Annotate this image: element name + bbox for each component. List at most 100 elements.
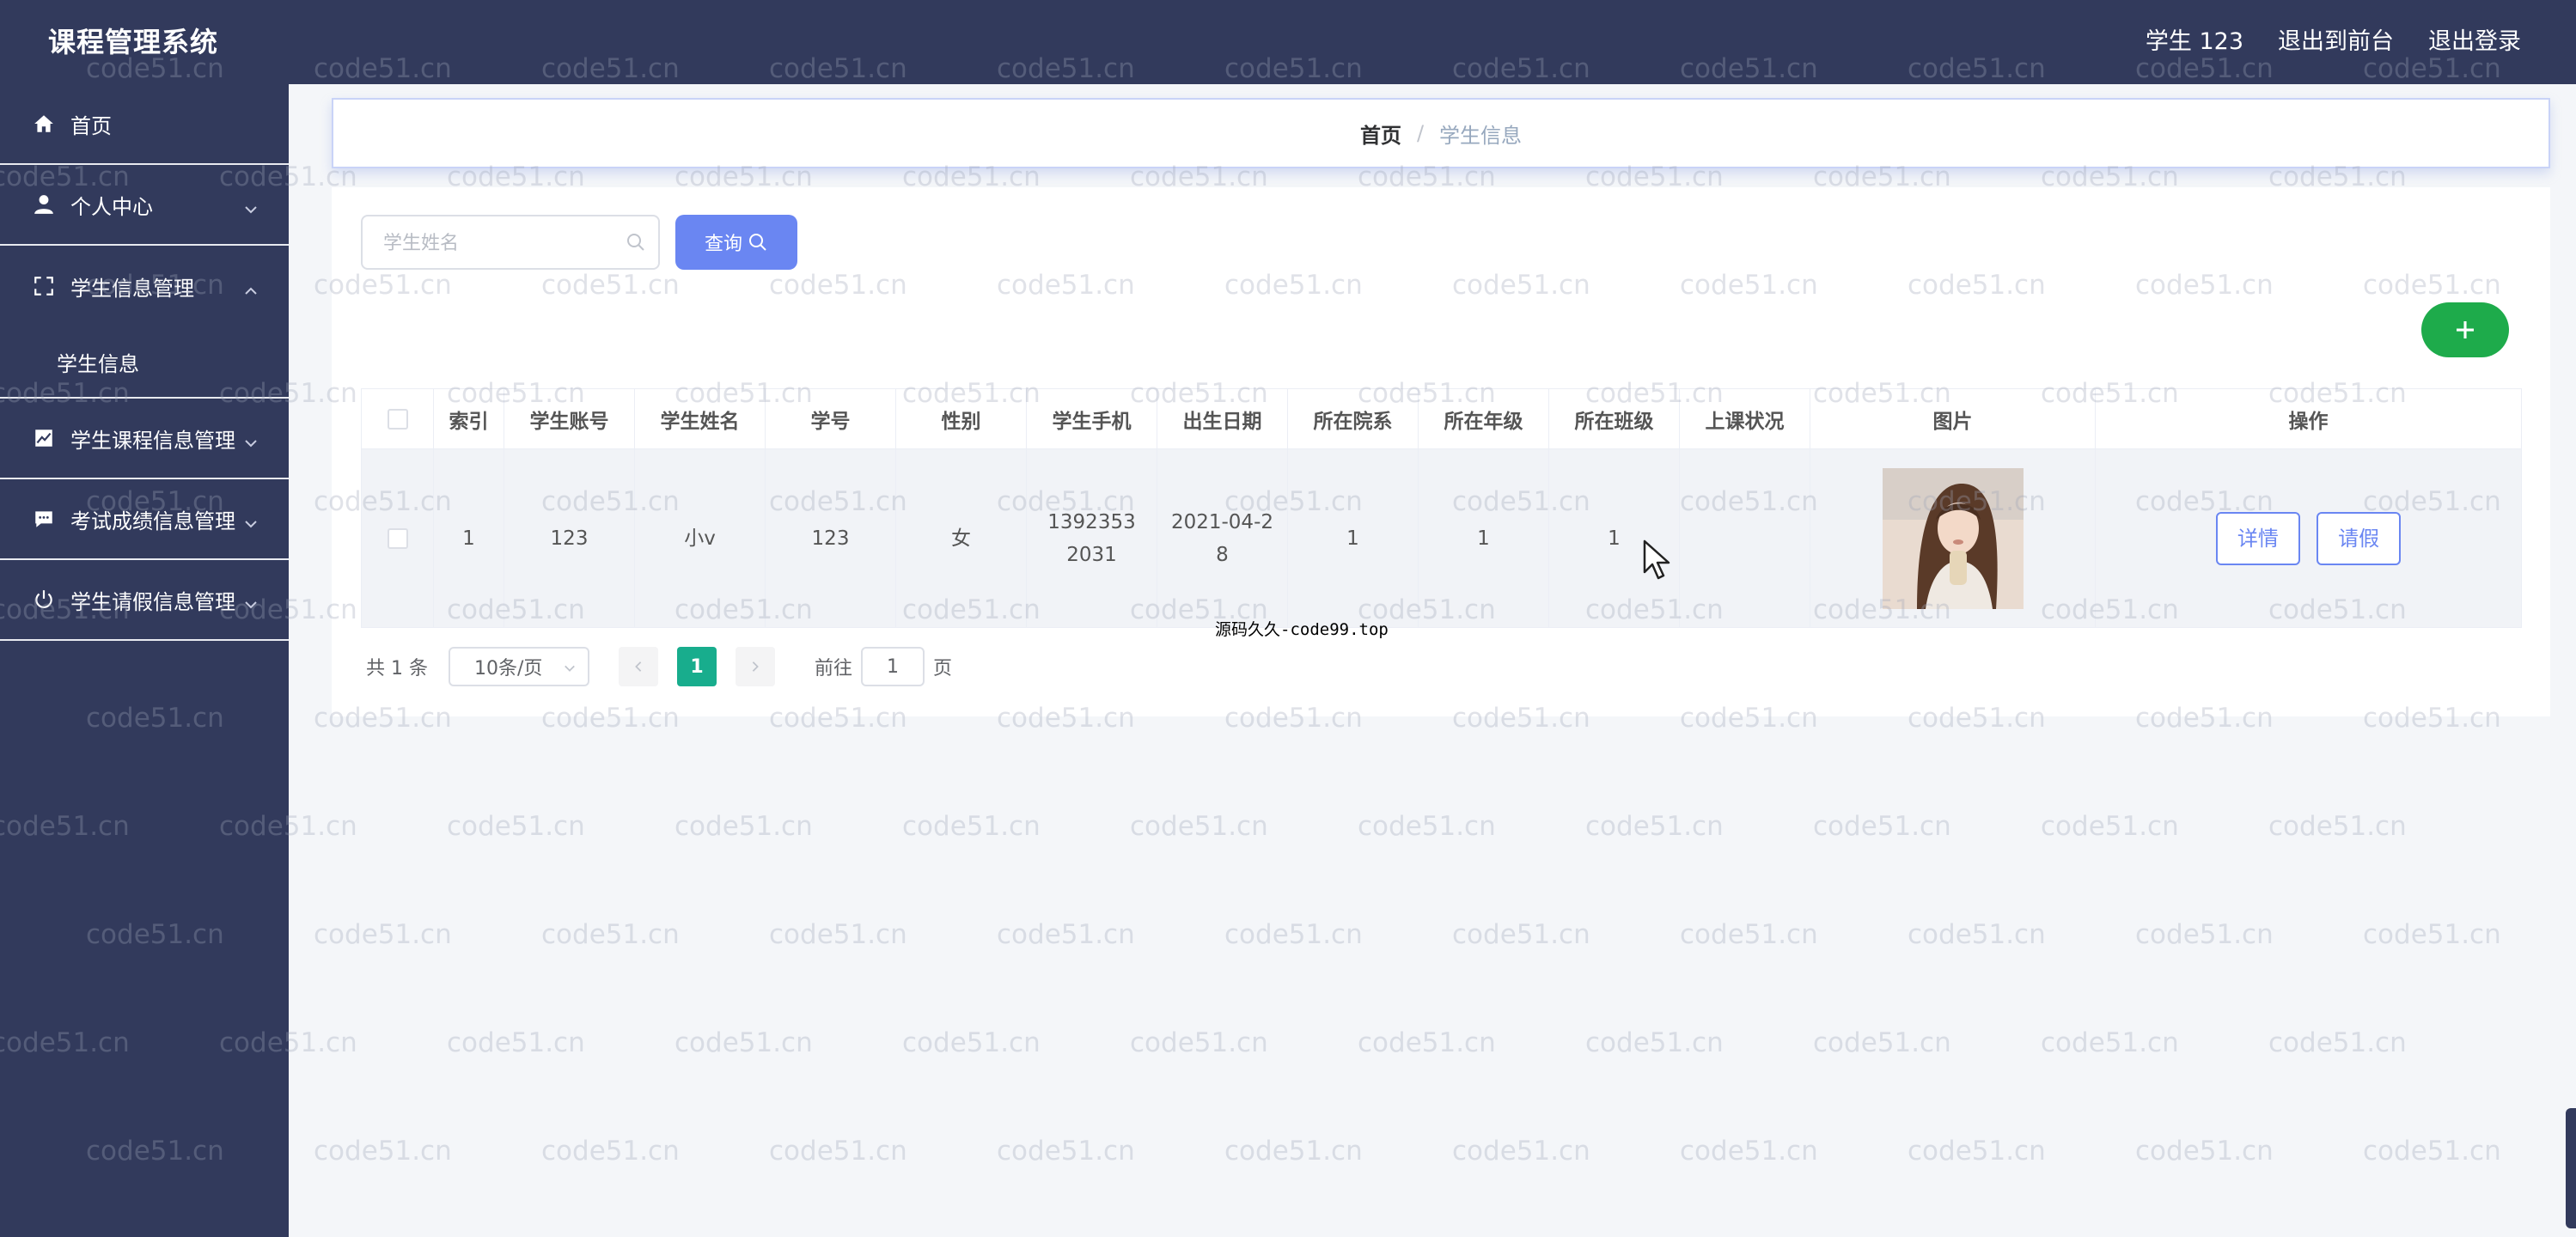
user-icon: [33, 193, 55, 216]
cell-student-no: 123: [765, 448, 896, 628]
column-header: 出生日期: [1157, 388, 1288, 449]
chat-icon: [33, 508, 55, 530]
leave-button[interactable]: 请假: [2317, 511, 2402, 565]
student-photo[interactable]: [1882, 467, 2024, 609]
watermark-text: code51.cn: [1130, 1027, 1268, 1058]
watermark-text: code51.cn: [541, 919, 680, 950]
watermark-text: code51.cn: [1358, 811, 1496, 842]
pagination: 共 1 条 10条/页 1 前往 页: [366, 646, 952, 687]
birthday-text: 2021-04-28: [1170, 510, 1274, 566]
sidebar-item-exam-mgmt[interactable]: 考试成绩信息管理: [0, 479, 289, 560]
logout-link[interactable]: 退出登录: [2428, 21, 2521, 64]
scrollbar-handle[interactable]: [2566, 1108, 2576, 1228]
table-row: 1 123 小v 123 女 13923532031 2021-04-28 1 …: [361, 448, 2522, 628]
column-header: 操作: [2095, 388, 2522, 449]
watermark-text: code51.cn: [997, 919, 1135, 950]
cell-birthday: 2021-04-28: [1157, 448, 1288, 628]
page-number-current[interactable]: 1: [676, 647, 717, 686]
watermark-text: code51.cn: [1452, 1136, 1590, 1167]
column-header: 学生姓名: [634, 388, 766, 449]
watermark-text: code51.cn: [2363, 919, 2501, 950]
chevron-left-icon: [635, 661, 642, 672]
select-all-checkbox[interactable]: [387, 409, 408, 430]
fullscreen-icon: [33, 275, 55, 297]
detail-button[interactable]: 详情: [2215, 511, 2300, 565]
cell-account: 123: [504, 448, 635, 628]
cell-photo: [1810, 448, 2096, 628]
search-input[interactable]: [363, 216, 626, 270]
sidebar-item-student-info-mgmt[interactable]: 学生信息管理: [0, 246, 289, 326]
column-header: 所在院系: [1287, 388, 1419, 449]
watermark-text: code51.cn: [2135, 919, 2274, 950]
breadcrumb-home[interactable]: 首页: [1360, 119, 1401, 149]
watermark-text: code51.cn: [447, 1027, 585, 1058]
search-field[interactable]: [361, 215, 660, 270]
watermark-text: code51.cn: [675, 1027, 813, 1058]
sidebar-item-profile[interactable]: 个人中心: [0, 165, 289, 246]
page-size-select[interactable]: 10条/页: [448, 647, 589, 686]
column-header: 图片: [1810, 388, 2096, 449]
column-header: 索引: [433, 388, 504, 449]
home-icon: [33, 113, 55, 135]
plus-icon: [2457, 321, 2474, 338]
goto-prefix: 前往: [814, 658, 852, 679]
user-label[interactable]: 学生 123: [2146, 21, 2243, 64]
watermark-text: code51.cn: [675, 811, 813, 842]
select-all-cell[interactable]: [361, 388, 434, 449]
goto-page-input[interactable]: [861, 647, 925, 686]
top-header: 课程管理系统 学生 123 退出到前台 退出登录: [0, 0, 2576, 84]
mouse-cursor-icon: [1643, 539, 1670, 580]
query-button[interactable]: 查询: [675, 215, 797, 270]
to-front-link[interactable]: 退出到前台: [2278, 21, 2394, 64]
watermark-text: code51.cn: [1358, 1027, 1496, 1058]
sidebar-subitem-label: 学生信息: [57, 351, 139, 376]
next-page-button[interactable]: [735, 647, 775, 686]
sidebar-item-label: 首页: [70, 113, 112, 138]
chevron-down-icon: [244, 198, 258, 214]
cell-name: 小v: [634, 448, 766, 628]
watermark-text: code51.cn: [1680, 1136, 1818, 1167]
cell-phone: 13923532031: [1026, 448, 1157, 628]
sidebar-item-label: 学生信息管理: [70, 276, 194, 301]
search-icon: [749, 234, 766, 251]
sidebar-item-leave-mgmt[interactable]: 学生请假信息管理: [0, 560, 289, 641]
watermark-text: code51.cn: [2041, 1027, 2179, 1058]
column-header: 学生账号: [504, 388, 635, 449]
watermark-text: code51.cn: [314, 1136, 452, 1167]
breadcrumb-current: 学生信息: [1439, 123, 1523, 148]
sidebar-item-home[interactable]: 首页: [0, 84, 289, 165]
watermark-text: code51.cn: [2135, 1136, 2274, 1167]
header-links: 学生 123 退出到前台 退出登录: [2146, 21, 2521, 64]
prev-page-button[interactable]: [618, 647, 658, 686]
add-button[interactable]: [2421, 302, 2509, 357]
watermark-text: code51.cn: [769, 1136, 907, 1167]
column-header: 所在班级: [1548, 388, 1680, 449]
chevron-down-icon: [244, 512, 258, 528]
sidebar-item-course-mgmt[interactable]: 学生课程信息管理: [0, 399, 289, 479]
watermark-text: code51.cn: [1908, 919, 2046, 950]
watermark-text: code51.cn: [1452, 919, 1590, 950]
watermark-text: code51.cn: [2268, 1027, 2407, 1058]
app-title: 课程管理系统: [48, 26, 219, 58]
cell-department: 1: [1287, 448, 1419, 628]
phone-text: 13923532031: [1047, 510, 1136, 566]
power-icon: [33, 588, 55, 611]
cell-class: 1: [1548, 448, 1680, 628]
row-checkbox[interactable]: [387, 528, 408, 549]
watermark-text: code51.cn: [1585, 1027, 1724, 1058]
cell-index: 1: [433, 448, 504, 628]
chart-icon: [33, 427, 55, 449]
sidebar-subitem-student-info[interactable]: 学生信息: [0, 326, 289, 399]
column-header: 性别: [895, 388, 1027, 449]
watermark-text: code51.cn: [902, 1027, 1041, 1058]
watermark-text: code51.cn: [1813, 1027, 1951, 1058]
watermark-text: code51.cn: [902, 811, 1041, 842]
chevron-down-icon: [244, 431, 258, 448]
column-header: 上课状况: [1679, 388, 1810, 449]
row-select-cell[interactable]: [361, 448, 434, 628]
page-size-value: 10条/页: [473, 658, 543, 679]
pagination-total: 共 1 条: [366, 658, 428, 679]
sidebar-item-label: 学生课程信息管理: [70, 428, 235, 453]
watermark-text: code51.cn: [2041, 811, 2179, 842]
watermark-text: code51.cn: [1224, 919, 1363, 950]
